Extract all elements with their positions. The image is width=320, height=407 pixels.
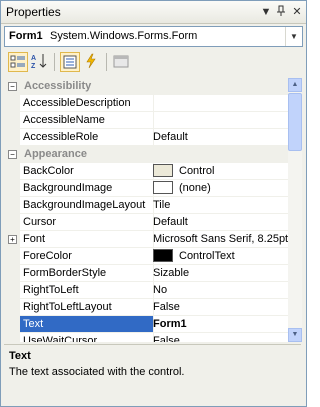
properties-button[interactable]: [60, 52, 80, 72]
scrollbar-thumb[interactable]: [288, 93, 302, 151]
property-row[interactable]: AccessibleRole Default: [4, 129, 288, 146]
property-row[interactable]: RightToLeftLayout False: [4, 299, 288, 316]
dropdown-arrow-icon[interactable]: ▼: [259, 5, 273, 19]
scroll-up-icon[interactable]: ▲: [288, 78, 302, 92]
category-appearance[interactable]: − Appearance: [4, 146, 288, 163]
property-value[interactable]: Default: [151, 129, 288, 146]
property-value[interactable]: Microsoft Sans Serif, 8.25pt: [151, 231, 288, 248]
expand-icon[interactable]: +: [8, 235, 17, 244]
property-name: RightToLeftLayout: [20, 299, 154, 316]
color-swatch: [153, 248, 173, 262]
property-row-selected[interactable]: Text Form1: [4, 316, 288, 333]
property-value[interactable]: Sizable: [151, 265, 288, 282]
toolbar-separator: [54, 53, 55, 71]
svg-text:A: A: [31, 55, 36, 62]
property-value[interactable]: False: [151, 333, 288, 342]
color-swatch: [153, 163, 173, 177]
property-name: Cursor: [20, 214, 154, 231]
category-label: Appearance: [24, 148, 87, 160]
property-name: BackColor: [20, 163, 154, 180]
categorized-icon: [10, 55, 25, 68]
property-value-text: Control: [179, 165, 215, 177]
property-value[interactable]: False: [151, 299, 288, 316]
property-row[interactable]: BackColor Control: [4, 163, 288, 180]
property-row[interactable]: AccessibleDescription: [4, 95, 288, 112]
category-label: Accessibility: [24, 80, 92, 92]
property-pages-button[interactable]: [112, 52, 132, 72]
property-name: BackgroundImageLayout: [20, 197, 154, 214]
property-value-text: (none): [179, 182, 211, 194]
property-name: RightToLeft: [20, 282, 154, 299]
property-name: Font: [20, 231, 154, 248]
alphabetical-button[interactable]: A Z: [30, 52, 50, 72]
property-value[interactable]: Tile: [151, 197, 288, 214]
categorized-button[interactable]: [8, 52, 28, 72]
property-value[interactable]: Default: [151, 214, 288, 231]
property-value[interactable]: [151, 95, 288, 112]
events-button[interactable]: [82, 52, 102, 72]
close-icon[interactable]: ✕: [290, 5, 304, 19]
properties-window: Properties ▼ ✕ Form1 System.Windows.Form…: [0, 0, 307, 407]
toolbar-separator: [106, 53, 107, 71]
property-row[interactable]: RightToLeft No: [4, 282, 288, 299]
property-value-text: ControlText: [179, 250, 235, 262]
property-grid: − Accessibility AccessibleDescription Ac…: [4, 78, 288, 342]
property-value[interactable]: Control: [151, 163, 288, 180]
description-text: The text associated with the control.: [9, 366, 185, 378]
property-row[interactable]: + Font Microsoft Sans Serif, 8.25pt: [4, 231, 288, 248]
object-type: System.Windows.Forms.Form: [50, 30, 198, 42]
image-swatch: [153, 180, 173, 194]
svg-text:Z: Z: [31, 63, 36, 70]
description-title: Text: [9, 350, 31, 362]
property-name: AccessibleRole: [20, 129, 154, 146]
property-name: ForeColor: [20, 248, 154, 265]
property-row[interactable]: BackgroundImage (none): [4, 180, 288, 197]
property-name: FormBorderStyle: [20, 265, 154, 282]
property-pages-icon: [113, 55, 129, 68]
property-row[interactable]: UseWaitCursor False: [4, 333, 288, 342]
properties-list-icon: [63, 55, 77, 69]
title-bar: Properties ▼ ✕: [1, 1, 306, 24]
object-selector[interactable]: Form1 System.Windows.Forms.Form ▼: [4, 26, 303, 47]
chevron-down-icon[interactable]: ▼: [285, 27, 302, 46]
category-accessibility[interactable]: − Accessibility: [4, 78, 288, 95]
property-value[interactable]: [151, 112, 288, 129]
property-value[interactable]: ControlText: [151, 248, 288, 265]
lightning-icon: [86, 53, 96, 69]
property-value[interactable]: No: [151, 282, 288, 299]
collapse-icon[interactable]: −: [8, 150, 17, 159]
property-name: AccessibleName: [20, 112, 154, 129]
property-row[interactable]: ForeColor ControlText: [4, 248, 288, 265]
property-row[interactable]: Cursor Default: [4, 214, 288, 231]
sort-az-icon: A Z: [31, 54, 47, 70]
window-title: Properties: [6, 5, 61, 19]
collapse-icon[interactable]: −: [8, 82, 17, 91]
object-name: Form1: [9, 30, 43, 42]
scroll-down-icon[interactable]: ▼: [288, 328, 302, 342]
property-row[interactable]: FormBorderStyle Sizable: [4, 265, 288, 282]
property-row[interactable]: AccessibleName: [4, 112, 288, 129]
property-row[interactable]: BackgroundImageLayout Tile: [4, 197, 288, 214]
property-name: UseWaitCursor: [20, 333, 154, 342]
property-name: AccessibleDescription: [20, 95, 154, 112]
property-name: BackgroundImage: [20, 180, 154, 197]
vertical-scrollbar[interactable]: ▲ ▼: [288, 78, 302, 342]
property-value[interactable]: Form1: [151, 316, 288, 333]
toolbar: A Z: [4, 50, 301, 76]
pin-icon[interactable]: [274, 5, 288, 19]
description-panel: Text The text associated with the contro…: [4, 344, 301, 403]
property-name: Text: [20, 316, 154, 333]
property-value[interactable]: (none): [151, 180, 288, 197]
